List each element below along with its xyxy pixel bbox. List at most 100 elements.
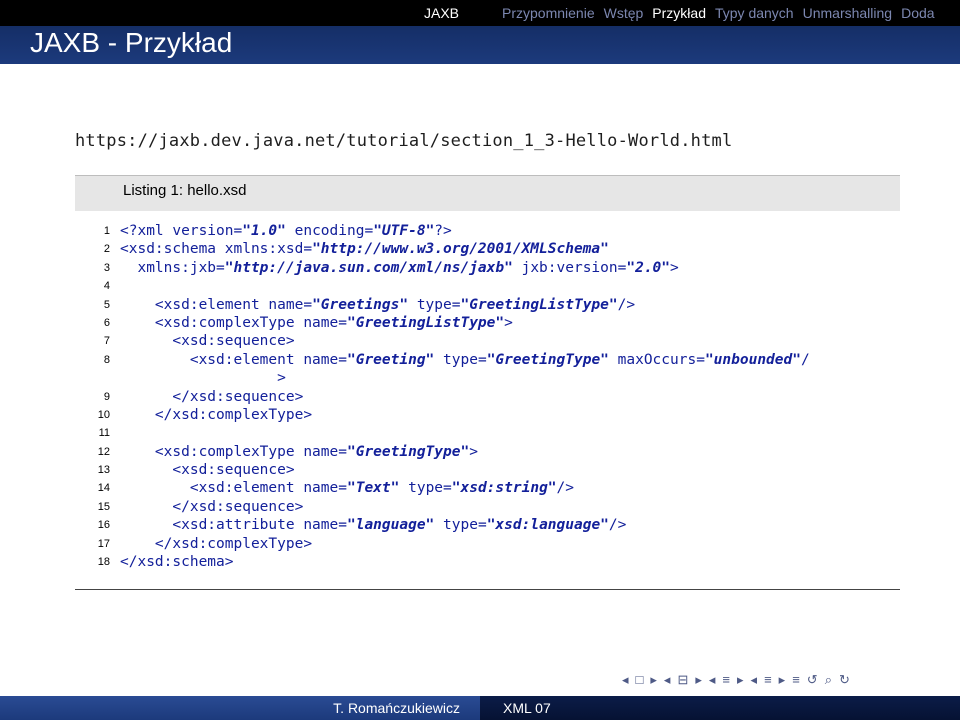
code-line: 6 <xsd:complexType name="GreetingListTyp… [75,314,900,332]
code-text: </xsd:complexType> [120,406,312,424]
code-text: <xsd:element name="Greeting" type="Greet… [120,351,810,369]
line-number: 10 [97,408,110,421]
code-token: type= [408,296,461,313]
code-token: > [670,259,679,276]
nav-symbol-icon[interactable]: ▸ [737,672,745,687]
tutorial-url[interactable]: https://jaxb.dev.java.net/tutorial/secti… [75,131,732,151]
line-number: 16 [97,519,110,532]
code-line: 5 <xsd:element name="Greetings" type="Gr… [75,296,900,314]
nav-subsection-item[interactable]: Przypomnienie [502,5,595,21]
code-line: 16 <xsd:attribute name="language" type="… [75,516,900,534]
code-string: "GreetingListType" [460,296,618,313]
code-text: <?xml version="1.0" encoding="UTF-8"?> [120,222,452,240]
code-token: </xsd:sequence> [120,498,304,515]
code-token: type= [434,517,487,534]
line-number: 9 [103,390,110,403]
code-string: "2.0" [626,259,671,276]
code-string: "unbounded" [704,351,801,368]
code-line: 2 <xsd:schema xmlns:xsd="http://www.w3.or… [75,240,900,258]
nav-symbol-icon[interactable]: □ [636,672,645,687]
code-token: <xsd:element name= [120,351,347,368]
nav-symbol-icon[interactable]: ⌕ [825,672,833,687]
code-token: <xsd:schema xmlns:xsd= [120,241,313,258]
line-number: 7 [103,335,110,348]
code-line: > [75,369,900,387]
code-string: "xsd:string" [451,480,557,497]
code-text: <xsd:sequence> [120,461,295,479]
code-token: > [504,314,513,331]
code-line: 9 </xsd:sequence> [75,388,900,406]
listing-caption: Listing 1: hello.xsd [123,182,247,199]
code-line: 11 [75,424,900,442]
nav-symbol-icon[interactable]: ◂ [709,672,717,687]
nav-symbol-icon[interactable]: ⊟ [677,672,689,687]
code-string: "UTF-8" [373,223,435,239]
nav-symbol-icon[interactable]: ▸ [695,672,703,687]
code-string: "GreetingListType" [346,314,505,331]
code-token: </xsd:complexType> [120,535,313,552]
code-token: /> [608,517,627,534]
code-token: <xsd:sequence> [120,462,295,479]
slide-footer: T. Romańczukiewicz XML 07 [0,696,960,720]
code-string: "Greetings" [312,296,409,313]
line-number: 8 [103,353,110,366]
code-token: xmlns:jxb= [120,259,225,276]
code-line: 17 </xsd:complexType> [75,535,900,553]
code-line: 7 <xsd:sequence> [75,332,900,350]
code-token: > [469,443,478,460]
subsection-nav: Przypomnienie Wstęp Przykład Typy danych Unm… [502,5,944,21]
nav-symbol-icon[interactable]: ▸ [650,672,658,687]
code-line: 8 <xsd:element name="Greeting" type="Gre… [75,351,900,369]
beamer-navigation-symbols: ◂ □ ▸ ◂ ⊟ ▸ ◂ ≡ ▸ ◂ ≡ ▸ ≡ ↺ ⌕ ↻ [622,672,857,688]
code-string: "GreetingType" [346,443,470,460]
nav-subsection-item[interactable]: Przykład [652,5,706,21]
code-string: "http://www.w3.org/2001/XMLSchema" [312,241,609,258]
nav-symbol-icon[interactable]: ↺ [807,672,819,687]
code-string: "xsd:language" [486,517,609,534]
code-listing: 1 <?xml version="1.0" encoding="UTF-8"?> 2… [75,222,900,590]
nav-subsection-item[interactable]: Doda [901,5,934,21]
nav-symbol-icon[interactable]: ◂ [622,672,630,687]
code-token: > [120,370,286,387]
code-text: </xsd:complexType> [120,535,312,553]
code-token: <?xml version= [120,223,243,239]
code-token: encoding= [285,223,374,239]
nav-symbol-icon[interactable]: ≡ [722,672,731,687]
nav-subsection-item[interactable]: Wstęp [604,5,644,21]
footer-course: XML 07 [503,700,551,716]
code-token: ?> [434,223,452,239]
nav-symbol-icon[interactable]: ▸ [779,672,787,687]
code-text: xmlns:jxb="http://java.sun.com/xml/ns/ja… [120,259,679,277]
line-number: 11 [98,427,110,440]
code-text: <xsd:element name="Greetings" type="Gree… [120,296,635,314]
footer-author: T. Romańczukiewicz [333,700,460,716]
code-token: <xsd:complexType name= [120,443,347,460]
line-number: 2 [103,243,110,256]
line-number: 6 [103,316,110,329]
slide-header: JAXB Przypomnienie Wstęp Przykład Typy dany… [0,0,960,64]
code-token: type= [399,480,452,497]
code-line: 1 <?xml version="1.0" encoding="UTF-8"?> [75,222,900,240]
code-token: </xsd:complexType> [120,406,313,423]
line-number: 15 [97,500,110,513]
slide-title: JAXB - Przykład [30,27,233,58]
nav-symbol-icon[interactable]: ≡ [792,672,801,687]
code-token: <xsd:complexType name= [120,314,347,331]
code-token: / [800,351,810,368]
nav-symbol-icon[interactable]: ◂ [664,672,672,687]
code-text: </xsd:sequence> [120,388,303,406]
code-token: jxb:version= [512,259,627,276]
nav-symbol-icon[interactable]: ≡ [764,672,773,687]
nav-subsection-item[interactable]: Typy danych [715,5,794,21]
code-text: <xsd:complexType name="GreetingType"> [120,443,478,461]
nav-subsection-item[interactable]: Unmarshalling [803,5,892,21]
code-string: "language" [346,517,435,534]
nav-symbol-icon[interactable]: ↻ [839,672,851,687]
code-token: <xsd:element name= [120,480,347,497]
nav-section-jaxb[interactable]: JAXB [424,5,459,21]
code-text: </xsd:schema> [120,553,234,571]
nav-symbol-icon[interactable]: ◂ [751,672,759,687]
code-token: </xsd:schema> [120,554,234,571]
code-token: <xsd:element name= [120,296,313,313]
footer-course-box: XML 07 [480,696,960,720]
